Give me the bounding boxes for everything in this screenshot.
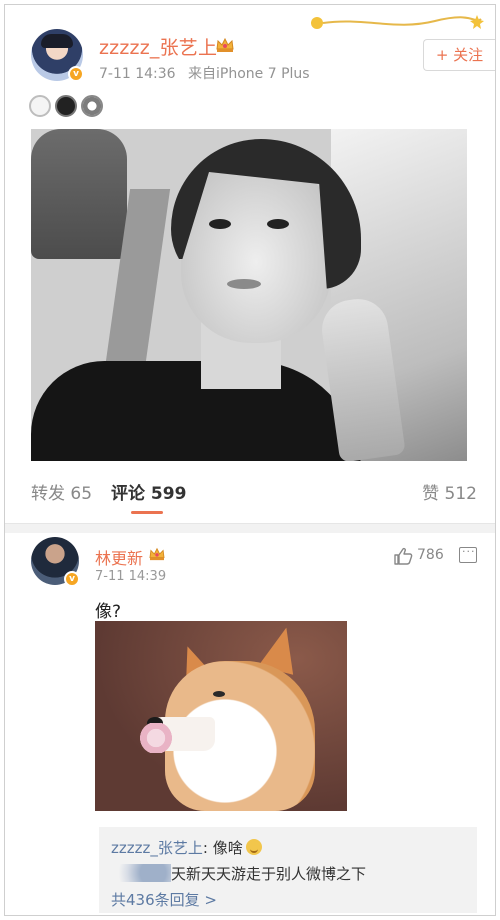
comment-image[interactable] [95,621,347,811]
filter-icons [29,95,103,121]
commenter-name[interactable]: 林更新 [95,545,143,569]
post-meta: 7-11 14:36 来自iPhone 7 Plus [99,63,310,83]
smile-emoji-icon [245,839,262,855]
reply-author[interactable]: zzzzz_张艺上 [111,839,203,857]
comment-time: 7-11 14:39 [95,569,167,584]
verified-badge-icon: v [64,571,80,587]
crown-icon [149,547,165,561]
reply-item[interactable]: 天新天天游走于别人微博之下 [111,863,366,884]
post-time: 7-11 14:36 [99,66,176,82]
more-replies-link[interactable]: 共436条回复 > [111,889,217,910]
post-tabs: 转发 65 评论 599 赞 512 [31,479,477,514]
crown-icon [216,37,234,52]
tab-repost[interactable]: 转发 65 [31,479,92,504]
tab-like[interactable]: 赞 512 [422,479,477,504]
comment-more-icon[interactable] [459,545,477,563]
section-divider [5,523,495,533]
reply-item[interactable]: zzzzz_张艺上: 像啥 [111,837,262,858]
reply-text: : 像啥 [202,839,243,857]
reply-box: zzzzz_张艺上: 像啥 天新天天游走于别人微博之下 共436条回复 > [99,827,477,913]
verified-badge-icon: v [68,66,84,82]
comment-like-count: 786 [417,547,444,563]
author-name[interactable]: zzzzz_张艺上 [99,33,217,60]
reply-text: 天新天天游走于别人微博之下 [171,865,367,883]
post-photo[interactable] [31,129,467,461]
blurred-user-icon [111,864,171,882]
light-ring-icon [29,95,51,117]
comment-text: 像? [95,602,122,622]
thumbs-up-icon[interactable] [393,547,413,565]
follow-button[interactable]: + 关注 [423,39,495,71]
dark-ring-icon [55,95,77,117]
post-header: v zzzzz_张艺上 7-11 14:36 来自iPhone 7 Plus +… [5,5,495,95]
post-source: 来自iPhone 7 Plus [188,66,310,82]
tab-active-indicator [131,511,163,514]
tab-comment[interactable]: 评论 599 [111,479,186,504]
grey-ring-icon [81,95,103,117]
weibo-post-screen: v zzzzz_张艺上 7-11 14:36 来自iPhone 7 Plus +… [4,4,496,916]
